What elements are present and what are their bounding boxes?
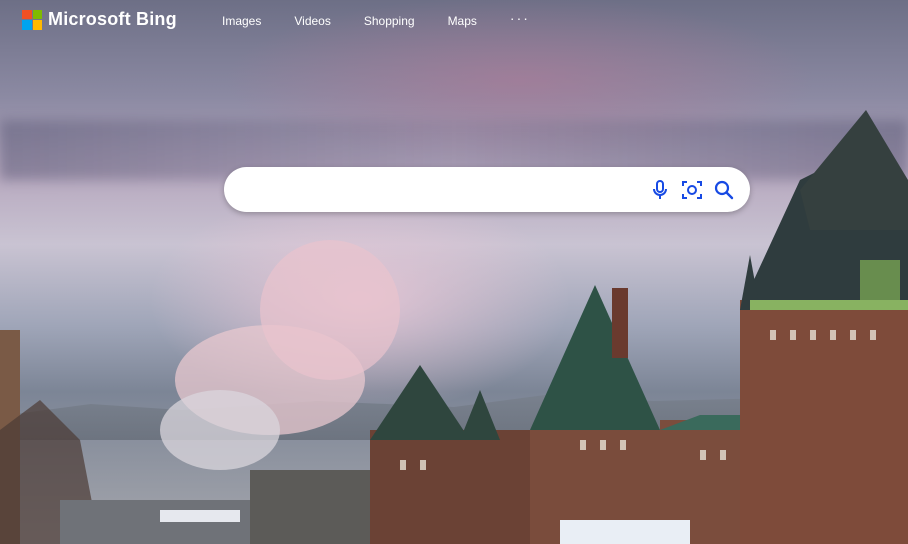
search-input[interactable]	[238, 177, 632, 204]
nav-maps[interactable]: Maps	[448, 14, 477, 28]
nav-shopping[interactable]: Shopping	[364, 14, 415, 28]
nav-images[interactable]: Images	[222, 14, 261, 28]
search-icon[interactable]	[712, 178, 736, 202]
city-skyline-image	[0, 110, 908, 544]
nav-videos[interactable]: Videos	[294, 14, 330, 28]
brand-name: Microsoft Bing	[48, 9, 177, 29]
search-box[interactable]	[224, 167, 750, 212]
brand-logo[interactable]: Microsoft Bing	[22, 9, 177, 30]
top-bar: Microsoft Bing Images Videos Shopping Ma…	[0, 0, 908, 42]
more-menu-button[interactable]: ···	[510, 10, 530, 28]
microphone-icon[interactable]	[648, 178, 672, 202]
visual-search-icon[interactable]	[680, 178, 704, 202]
top-nav: Images Videos Shopping Maps ···	[222, 10, 563, 28]
microsoft-logo-icon	[22, 9, 42, 30]
